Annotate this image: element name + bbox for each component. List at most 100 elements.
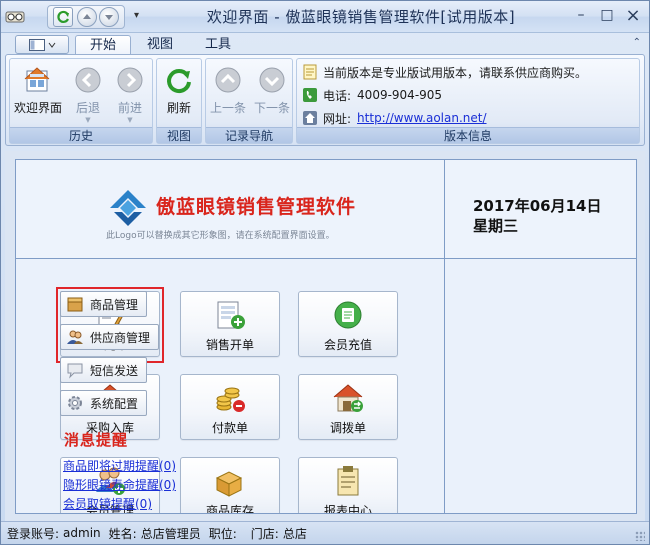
forward-arrow-icon bbox=[117, 67, 143, 93]
tile-sales-order-label: 销售开单 bbox=[205, 338, 254, 352]
date-area: 2017年06月14日 星期三 bbox=[445, 160, 636, 258]
status-account-value: admin bbox=[63, 526, 101, 540]
payment-icon bbox=[216, 387, 245, 412]
status-account-label: 登录账号: bbox=[7, 526, 60, 541]
arrow-up-icon bbox=[83, 14, 91, 19]
date-value: 2017年06月14日 bbox=[473, 197, 602, 215]
site-label: 网址: bbox=[323, 111, 352, 126]
logo-area: 傲蓝眼镜销售管理软件 此Logo可以替换成其它形象图，请在系统配置界面设置。 bbox=[16, 160, 444, 258]
app-menu-button[interactable] bbox=[15, 35, 69, 54]
side-button-product-manage-label: 商品管理 bbox=[90, 297, 139, 312]
back-button-label: 后退 bbox=[75, 101, 100, 115]
back-arrow-icon bbox=[75, 67, 101, 93]
tile-member-recharge-label: 会员充值 bbox=[323, 338, 372, 352]
ribbon-group-version-label: 版本信息 bbox=[297, 127, 639, 143]
arrow-down-icon bbox=[105, 15, 113, 20]
minimize-button[interactable]: – bbox=[571, 5, 591, 25]
status-store-value: 总店 bbox=[282, 526, 307, 541]
ribbon-group-view-label: 视图 bbox=[157, 127, 201, 143]
window-title: 欢迎界面 - 傲蓝眼镜销售管理软件[试用版本] bbox=[206, 8, 516, 26]
arrow-down-icon bbox=[259, 67, 285, 93]
refresh-button[interactable]: 刷新 bbox=[157, 63, 201, 123]
status-name-label: 姓名: bbox=[108, 526, 137, 541]
welcome-button-label: 欢迎界面 bbox=[13, 101, 62, 115]
ribbon-group-view: 刷新 视图 bbox=[156, 58, 202, 144]
refresh-button-label: 刷新 bbox=[166, 101, 191, 115]
app-glasses-icon[interactable] bbox=[5, 7, 25, 25]
side-button-product-manage[interactable]: 商品管理 bbox=[60, 291, 148, 317]
tile-sales-order[interactable]: 销售开单 bbox=[180, 291, 280, 357]
refresh-icon bbox=[57, 10, 70, 24]
tile-member-recharge[interactable]: 会员充值 bbox=[298, 291, 398, 357]
sales-order-icon bbox=[217, 301, 245, 329]
version-notice-line: 当前版本是专业版试用版本，请联系供应商购买。 bbox=[303, 62, 587, 82]
gear-icon bbox=[68, 396, 82, 410]
tile-report[interactable]: 报表中心 bbox=[298, 457, 398, 514]
welcome-page-icon bbox=[24, 67, 50, 92]
quick-access-more-icon[interactable]: ▾ bbox=[134, 10, 139, 21]
ribbon-collapse-icon[interactable]: ⌃ bbox=[633, 37, 641, 48]
supplier-icon bbox=[67, 330, 83, 344]
phone-line: 电话: 4009-904-905 bbox=[303, 85, 442, 105]
back-button[interactable]: 后退 ▼ bbox=[66, 63, 110, 124]
quick-down-button[interactable] bbox=[99, 7, 119, 27]
back-dropdown-icon: ▼ bbox=[85, 116, 91, 124]
resize-grip-icon[interactable] bbox=[635, 531, 645, 541]
version-notice-text: 当前版本是专业版试用版本，请联系供应商购买。 bbox=[323, 65, 588, 80]
tile-transfer[interactable]: 调拨单 bbox=[298, 374, 398, 440]
ribbon-group-history-label: 历史 bbox=[10, 127, 152, 143]
status-name-value: 总店管理员 bbox=[140, 526, 201, 541]
stock-icon bbox=[215, 471, 243, 497]
close-button[interactable]: × bbox=[623, 5, 643, 26]
welcome-button[interactable]: 欢迎界面 bbox=[12, 63, 64, 123]
phone-icon bbox=[303, 88, 317, 102]
next-record-button[interactable]: 下一条 bbox=[250, 63, 294, 123]
side-button-system-config[interactable]: 系统配置 bbox=[60, 390, 148, 416]
logo-note: 此Logo可以替换成其它形象图，请在系统配置界面设置。 bbox=[106, 231, 335, 241]
quick-refresh-button[interactable] bbox=[53, 7, 73, 27]
status-store-label: 门店: bbox=[250, 526, 279, 541]
tile-report-label: 报表中心 bbox=[323, 504, 372, 514]
message-expiry-link[interactable]: 商品即将过期提醒(0) bbox=[63, 457, 176, 474]
tab-tools[interactable]: 工具 bbox=[191, 35, 245, 55]
prev-record-button[interactable]: 上一条 bbox=[206, 63, 250, 123]
side-button-supplier-manage[interactable]: 供应商管理 bbox=[60, 324, 160, 350]
side-button-supplier-manage-label: 供应商管理 bbox=[90, 330, 151, 345]
phone-number: 4009-904-905 bbox=[357, 88, 443, 102]
horizontal-divider bbox=[16, 258, 636, 259]
status-role-label: 职位: bbox=[208, 526, 237, 541]
tile-payment[interactable]: 付款单 bbox=[180, 374, 280, 440]
ribbon-group-history: 欢迎界面 后退 ▼ 前进 ▼ 历史 bbox=[9, 58, 153, 144]
tile-payment-label: 付款单 bbox=[211, 421, 248, 435]
tile-stock[interactable]: 商品库存 bbox=[180, 457, 280, 514]
forward-button[interactable]: 前进 ▼ bbox=[108, 63, 152, 124]
prev-record-label: 上一条 bbox=[209, 101, 246, 115]
side-button-sms-send-label: 短信发送 bbox=[90, 363, 139, 378]
tile-transfer-label: 调拨单 bbox=[329, 421, 366, 435]
status-bar: 登录账号: admin 姓名: 总店管理员 职位: 门店: 总店 bbox=[1, 521, 649, 544]
refresh-icon bbox=[167, 69, 191, 94]
window-controls: – □ × bbox=[571, 5, 643, 26]
forward-dropdown-icon: ▼ bbox=[127, 116, 133, 124]
ribbon-tab-row: 开始 视图 工具 ⌃ bbox=[1, 33, 649, 55]
site-line: 网址: http://www.aolan.net/ bbox=[303, 108, 487, 128]
message-contact-lens-link[interactable]: 隐形眼镜寿命提醒(0) bbox=[63, 476, 176, 493]
tab-home[interactable]: 开始 bbox=[75, 35, 132, 55]
tab-view[interactable]: 视图 bbox=[133, 35, 187, 55]
site-link[interactable]: http://www.aolan.net/ bbox=[357, 111, 486, 125]
title-bar: ▾ 欢迎界面 - 傲蓝眼镜销售管理软件[试用版本] – □ × bbox=[1, 1, 649, 33]
forward-button-label: 前进 bbox=[117, 101, 142, 115]
sms-icon bbox=[67, 363, 83, 379]
home-icon bbox=[303, 111, 317, 125]
tile-stock-label: 商品库存 bbox=[205, 504, 254, 514]
next-record-label: 下一条 bbox=[253, 101, 290, 115]
message-pickup-link[interactable]: 会员取镜提醒(0) bbox=[63, 495, 152, 512]
ribbon-group-record-nav: 上一条 下一条 记录导航 bbox=[205, 58, 293, 144]
vertical-divider bbox=[444, 160, 445, 513]
ribbon-group-version: 当前版本是专业版试用版本，请联系供应商购买。 电话: 4009-904-905 … bbox=[296, 58, 640, 144]
main-area: 傲蓝眼镜销售管理软件 此Logo可以替换成其它形象图，请在系统配置界面设置。 2… bbox=[5, 151, 645, 521]
quick-up-button[interactable] bbox=[77, 7, 97, 27]
current-date: 2017年06月14日 星期三 bbox=[473, 196, 602, 236]
maximize-button[interactable]: □ bbox=[597, 5, 617, 25]
side-button-sms-send[interactable]: 短信发送 bbox=[60, 357, 148, 383]
